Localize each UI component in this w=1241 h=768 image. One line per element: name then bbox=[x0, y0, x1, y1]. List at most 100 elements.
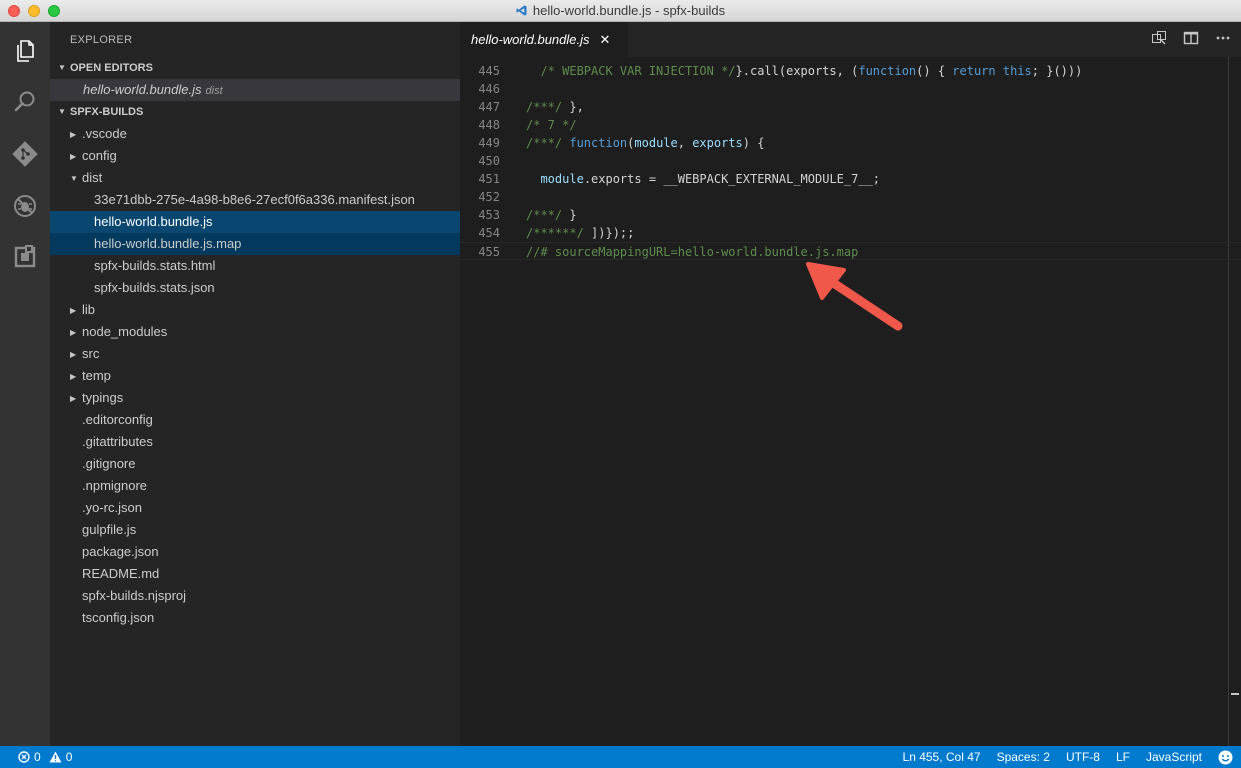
code-token: /***/ bbox=[526, 100, 563, 114]
code-line[interactable]: 446 bbox=[460, 80, 1241, 98]
tree-item-gitignore[interactable]: .gitignore bbox=[50, 453, 460, 475]
tree-item-node-modules[interactable]: ▶ node_modules bbox=[50, 321, 460, 343]
code-token: return bbox=[952, 64, 996, 78]
tree-item-label: dist bbox=[82, 170, 103, 185]
code-line[interactable]: 450 bbox=[460, 152, 1241, 170]
code-line[interactable]: 452 bbox=[460, 188, 1241, 206]
file-tree: ▶ .vscode ▶ config ▼ dist 33e71dbb-275e-4a9… bbox=[50, 123, 460, 629]
code-token: /******/ bbox=[526, 226, 584, 240]
status-bar: 0 0 Ln 455, Col 47 Spaces: 2 UTF-8 LF Ja… bbox=[0, 746, 1241, 768]
explorer-button[interactable] bbox=[0, 26, 50, 76]
explorer-icon bbox=[17, 40, 34, 62]
tree-item-label: .yo-rc.json bbox=[82, 500, 142, 515]
open-editors-label: OPEN EDITORS bbox=[70, 62, 153, 74]
tree-item-hello-world-bundle-js-map[interactable]: hello-world.bundle.js.map bbox=[50, 233, 460, 255]
code-line[interactable]: 451 module.exports = __WEBPACK_EXTERNAL_… bbox=[460, 170, 1241, 188]
code-line[interactable]: 448 /* 7 */ bbox=[460, 116, 1241, 134]
code-line[interactable]: 454 /******/ ])});; bbox=[460, 224, 1241, 242]
tree-item-manifest-json[interactable]: 33e71dbb-275e-4a98-b8e6-27ecf0f6a336.man… bbox=[50, 189, 460, 211]
code-token: function bbox=[569, 136, 628, 150]
tree-item-vscode[interactable]: ▶ .vscode bbox=[50, 123, 460, 145]
code-line[interactable]: 453 /***/ } bbox=[460, 206, 1241, 224]
encoding[interactable]: UTF-8 bbox=[1058, 746, 1108, 768]
tree-item-stats-html[interactable]: spfx-builds.stats.html bbox=[50, 255, 460, 277]
debug-button[interactable] bbox=[0, 181, 50, 231]
search-button[interactable] bbox=[0, 77, 50, 127]
indentation[interactable]: Spaces: 2 bbox=[989, 746, 1058, 768]
tree-item-dist[interactable]: ▼ dist bbox=[50, 167, 460, 189]
close-icon[interactable]: ✕ bbox=[600, 32, 611, 48]
tree-item-gulpfile-js[interactable]: gulpfile.js bbox=[50, 519, 460, 541]
close-window-button[interactable] bbox=[8, 5, 20, 17]
tree-item-gitattributes[interactable]: .gitattributes bbox=[50, 431, 460, 453]
project-header[interactable]: ▼ SPFX-BUILDS bbox=[50, 101, 460, 123]
open-editors-header[interactable]: ▼ OPEN EDITORS bbox=[50, 57, 460, 79]
tree-item-label: .vscode bbox=[82, 126, 127, 141]
code-text: /******/ ])});; bbox=[526, 224, 634, 242]
code-line[interactable]: 445 /* WEBPACK VAR INJECTION */}.call(ex… bbox=[460, 62, 1241, 80]
tree-item-config[interactable]: ▶ config bbox=[50, 145, 460, 167]
extensions-button[interactable] bbox=[0, 232, 50, 282]
tree-item-tsconfig-json[interactable]: tsconfig.json bbox=[50, 607, 460, 629]
vscode-logo-icon bbox=[516, 5, 527, 16]
tree-item-hello-world-bundle-js[interactable]: hello-world.bundle.js bbox=[50, 211, 460, 233]
minimize-window-button[interactable] bbox=[28, 5, 40, 17]
code-line[interactable]: 447 /***/ }, bbox=[460, 98, 1241, 116]
tree-item-src[interactable]: ▶ src bbox=[50, 343, 460, 365]
open-editor-description: dist bbox=[205, 85, 223, 97]
maximize-window-button[interactable] bbox=[48, 5, 60, 17]
chevron-right-icon: ▶ bbox=[70, 371, 77, 381]
cursor-marker bbox=[1231, 693, 1239, 695]
tree-item-readme-md[interactable]: README.md bbox=[50, 563, 460, 585]
cursor-position[interactable]: Ln 455, Col 47 bbox=[895, 746, 989, 768]
code-line[interactable]: 449 /***/ function(module, exports) { bbox=[460, 134, 1241, 152]
more-actions-icon[interactable] bbox=[1215, 30, 1231, 49]
line-number: 453 bbox=[478, 208, 500, 222]
code-token: function bbox=[858, 64, 917, 78]
tab-hello-world-bundle-js[interactable]: hello-world.bundle.js ✕ bbox=[460, 22, 628, 57]
code-text: /* 7 */ bbox=[526, 116, 577, 134]
code-token: exports bbox=[692, 136, 743, 150]
tree-item-label: lib bbox=[82, 302, 96, 317]
tree-item-label: package.json bbox=[82, 544, 159, 559]
split-editor-icon[interactable] bbox=[1183, 30, 1199, 49]
code-token: /***/ bbox=[526, 208, 563, 222]
line-number: 455 bbox=[478, 245, 500, 259]
tree-item-label: .gitattributes bbox=[82, 434, 153, 449]
editor-actions bbox=[1151, 30, 1231, 49]
tree-item-label: typings bbox=[82, 390, 124, 405]
source-control-button[interactable] bbox=[0, 129, 50, 179]
open-editor-name: hello-world.bundle.js bbox=[83, 82, 202, 97]
code-editor[interactable]: 445 /* WEBPACK VAR INJECTION */}.call(ex… bbox=[460, 57, 1241, 746]
open-editor-item[interactable]: hello-world.bundle.js dist bbox=[50, 79, 460, 101]
language-mode[interactable]: JavaScript bbox=[1138, 746, 1210, 768]
code-text: module.exports = __WEBPACK_EXTERNAL_MODU… bbox=[526, 170, 880, 188]
line-number: 447 bbox=[478, 100, 500, 114]
tree-item-lib[interactable]: ▶ lib bbox=[50, 299, 460, 321]
tree-item-stats-json[interactable]: spfx-builds.stats.json bbox=[50, 277, 460, 299]
end-of-line[interactable]: LF bbox=[1108, 746, 1138, 768]
tree-item-njsproj[interactable]: spfx-builds.njsproj bbox=[50, 585, 460, 607]
line-number: 445 bbox=[478, 64, 500, 78]
tree-item-typings[interactable]: ▶ typings bbox=[50, 387, 460, 409]
window-controls bbox=[8, 5, 60, 17]
problems-indicator[interactable]: 0 0 bbox=[18, 746, 72, 768]
tree-item-package-json[interactable]: package.json bbox=[50, 541, 460, 563]
code-text: /* WEBPACK VAR INJECTION */}.call(export… bbox=[526, 62, 1082, 80]
smiley-icon bbox=[1218, 750, 1233, 764]
debug-icon bbox=[14, 195, 36, 217]
feedback-button[interactable] bbox=[1210, 746, 1241, 768]
tree-item-npmignore[interactable]: .npmignore bbox=[50, 475, 460, 497]
tree-item-temp[interactable]: ▶ temp bbox=[50, 365, 460, 387]
tree-item-editorconfig[interactable]: .editorconfig bbox=[50, 409, 460, 431]
tree-item-yo-rc-json[interactable]: .yo-rc.json bbox=[50, 497, 460, 519]
code-token: /* 7 */ bbox=[526, 118, 577, 132]
chevron-down-icon: ▼ bbox=[70, 173, 78, 183]
open-changes-icon[interactable] bbox=[1151, 30, 1167, 49]
explorer-sidebar: EXPLORER ▼ OPEN EDITORS hello-world.bund… bbox=[50, 22, 460, 746]
chevron-right-icon: ▶ bbox=[70, 305, 77, 315]
tree-item-label: src bbox=[82, 346, 100, 361]
chevron-right-icon: ▶ bbox=[70, 327, 77, 337]
tree-item-label: node_modules bbox=[82, 324, 168, 339]
